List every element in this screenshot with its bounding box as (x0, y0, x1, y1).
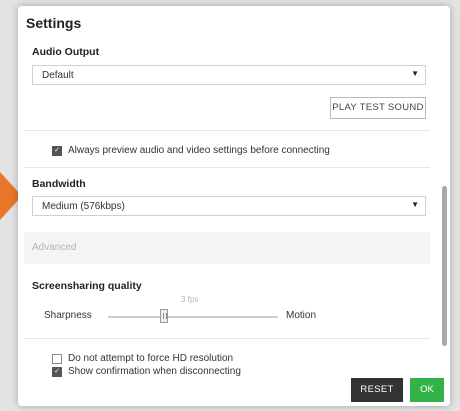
audio-output-label: Audio Output (32, 46, 100, 58)
chevron-down-icon: ▼ (411, 200, 419, 209)
preview-checkbox-row[interactable]: ✓ Always preview audio and video setting… (52, 145, 330, 156)
bandwidth-section: Bandwidth Medium (576kbps) ▼ (24, 168, 430, 232)
dialog-title: Settings (26, 15, 82, 31)
checkbox-icon[interactable] (52, 353, 62, 364)
slider-value-label: 3 fps (181, 295, 199, 304)
confirm-disconnect-checkbox-row[interactable]: ✓ Show confirmation when disconnecting (52, 366, 241, 377)
reset-button[interactable]: RESET (351, 378, 403, 402)
checkmark-icon[interactable]: ✓ (52, 366, 62, 377)
checkmark-icon[interactable]: ✓ (52, 145, 62, 156)
screensharing-section: Screensharing quality 3 fps Sharpness Mo… (24, 264, 430, 338)
ok-button[interactable]: OK (410, 378, 444, 402)
audio-output-value: Default (42, 70, 74, 81)
bandwidth-select[interactable]: Medium (576kbps) ▼ (32, 196, 426, 216)
sharpness-label: Sharpness (44, 310, 92, 321)
advanced-label: Advanced (32, 242, 77, 253)
play-test-sound-button[interactable]: PLAY TEST SOUND (330, 97, 426, 119)
dialog-footer: RESET OK (18, 378, 450, 406)
screensharing-label: Screensharing quality (32, 280, 142, 292)
bandwidth-label: Bandwidth (32, 178, 86, 190)
scrollbar-thumb[interactable] (442, 186, 447, 346)
divider (24, 338, 430, 339)
motion-label: Motion (286, 310, 317, 321)
advanced-header[interactable]: Advanced (24, 232, 430, 264)
audio-output-select[interactable]: Default ▼ (32, 65, 426, 85)
settings-content: Audio Output Default ▼ PLAY TEST SOUND ✓… (24, 42, 442, 378)
quality-slider-track[interactable] (108, 316, 278, 318)
preview-checkbox-label: Always preview audio and video settings … (68, 145, 330, 156)
force-hd-label: Do not attempt to force HD resolution (68, 353, 234, 364)
settings-dialog: Settings Audio Output Default ▼ PLAY TES… (18, 6, 450, 406)
force-hd-checkbox-row[interactable]: Do not attempt to force HD resolution (52, 353, 233, 364)
chevron-down-icon: ▼ (411, 69, 419, 78)
audio-section: Audio Output Default ▼ PLAY TEST SOUND (24, 42, 430, 130)
quality-slider-thumb[interactable] (160, 309, 168, 323)
bandwidth-value: Medium (576kbps) (42, 201, 125, 212)
divider (24, 130, 430, 131)
scrollbar[interactable] (442, 156, 448, 351)
confirm-disconnect-label: Show confirmation when disconnecting (68, 366, 241, 377)
